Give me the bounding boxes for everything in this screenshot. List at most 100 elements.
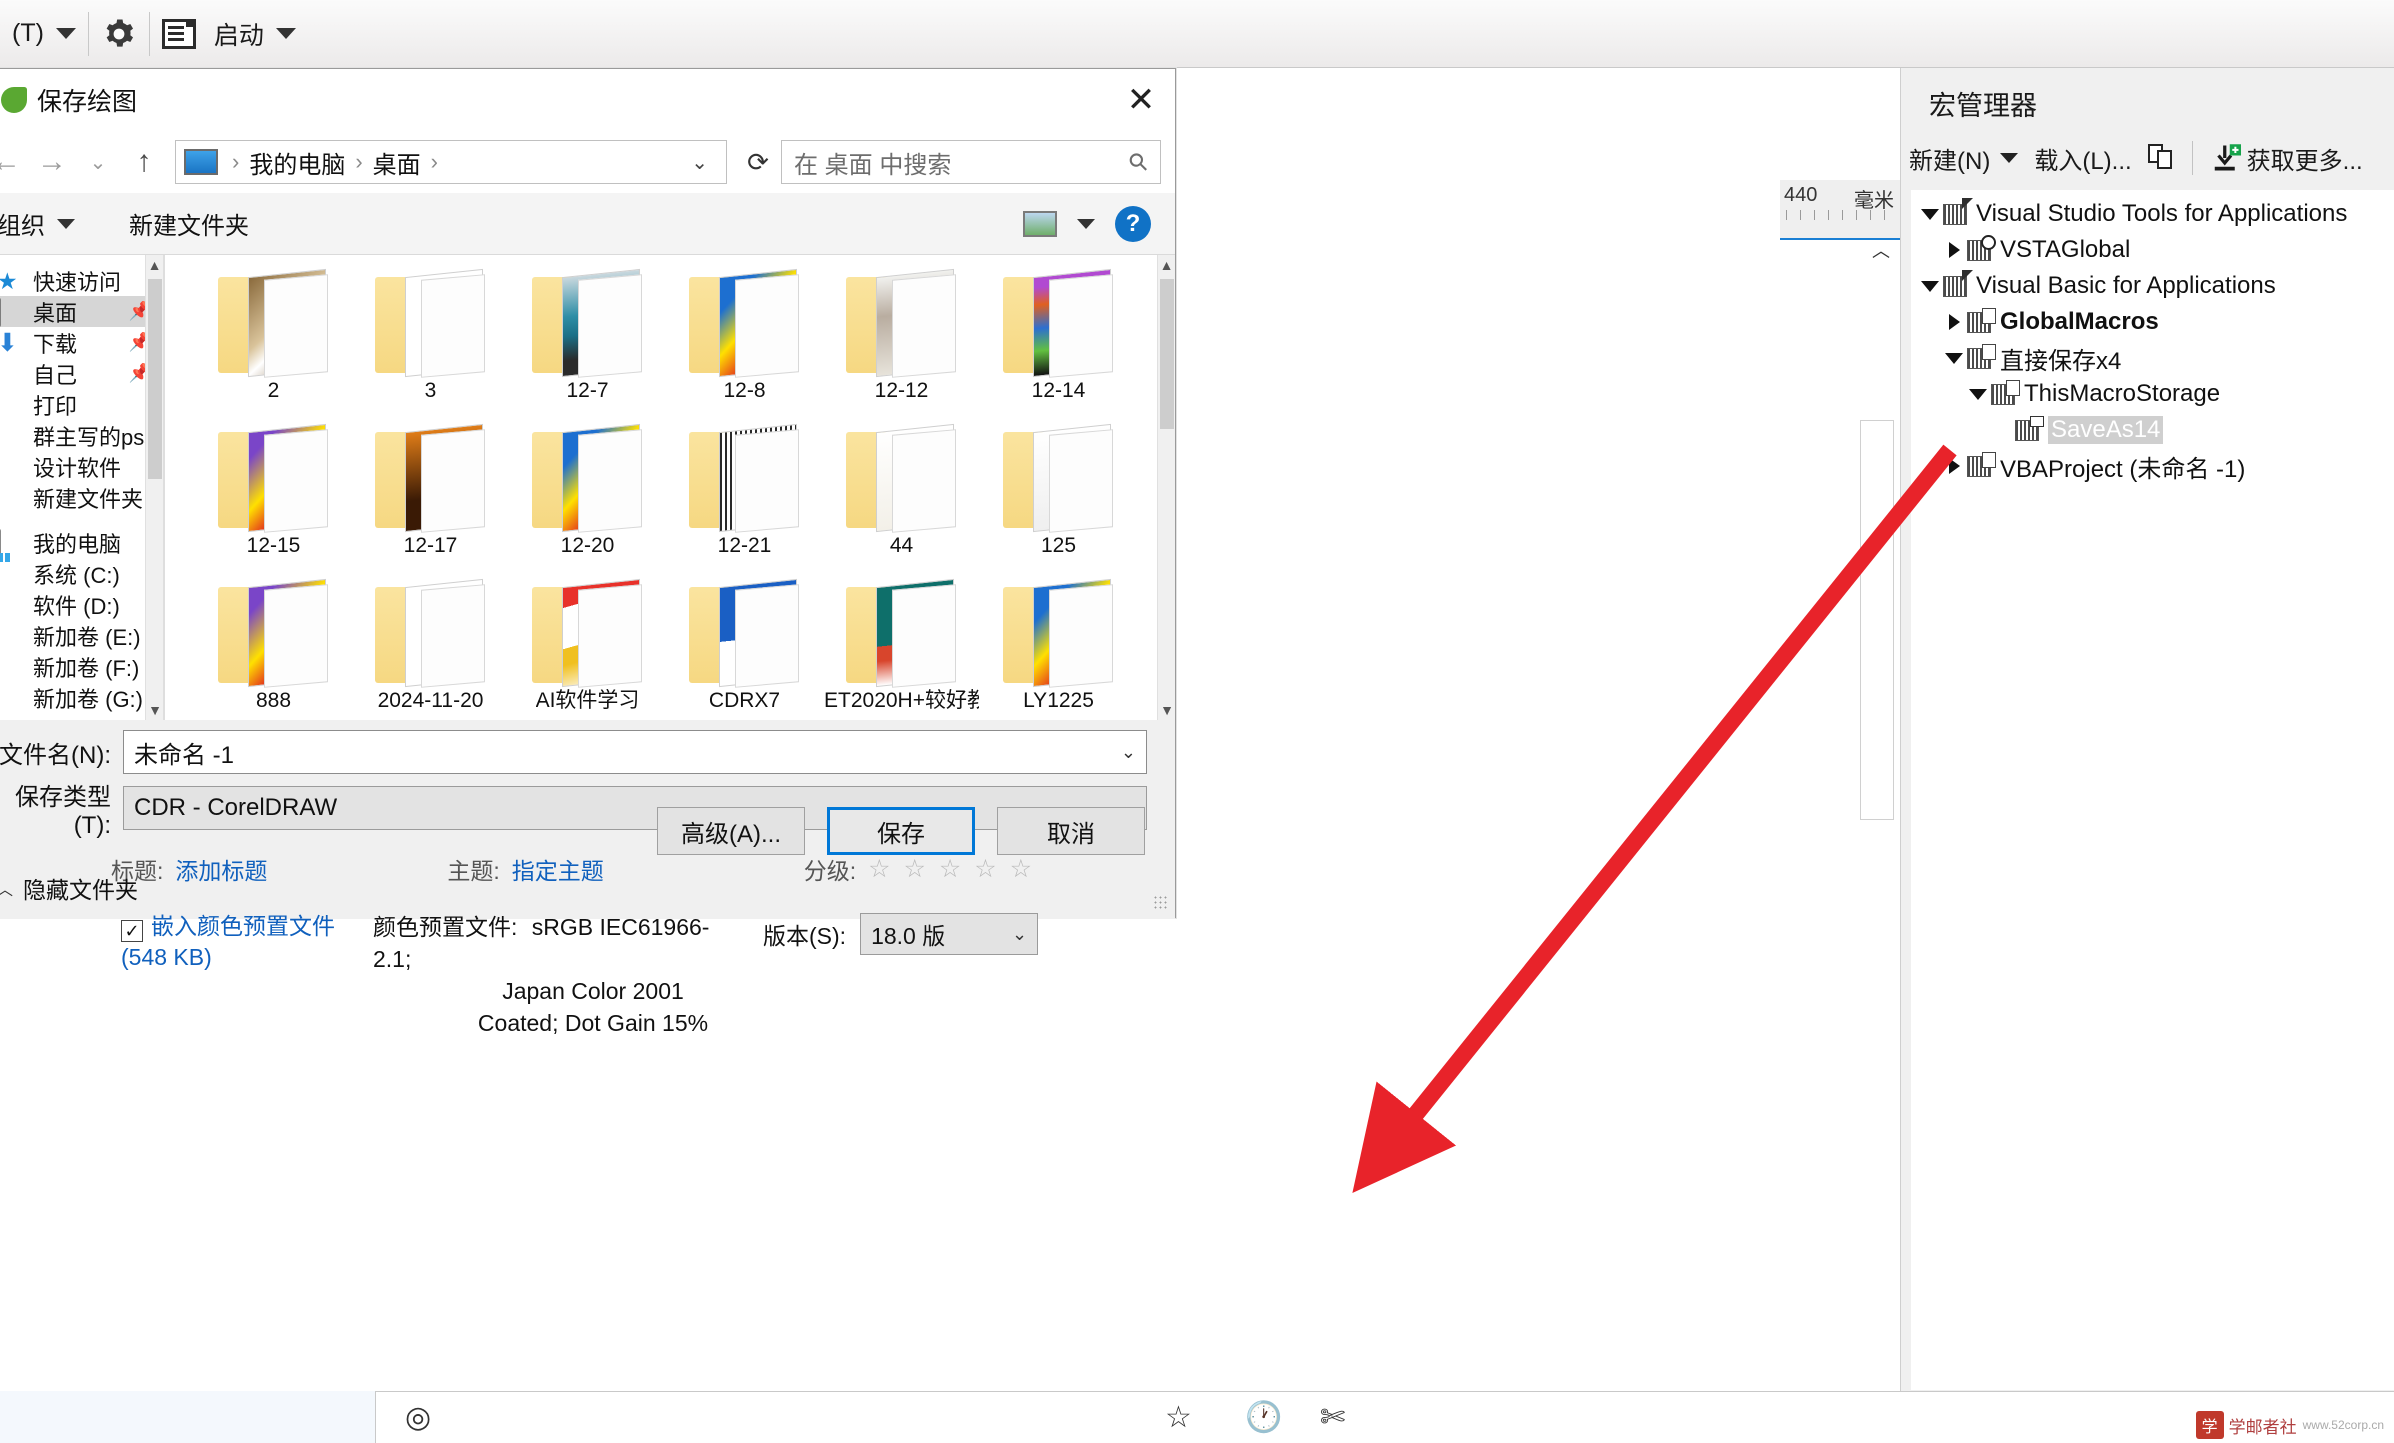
macro-tree-node-1[interactable]: VSTAGlobal — [1911, 232, 2394, 268]
organize-button[interactable]: 组织 — [0, 193, 89, 255]
file-item[interactable]: 12-12 — [823, 265, 980, 420]
macro-load-button[interactable]: 载入(L)... — [2026, 130, 2139, 186]
embed-profile-checkbox[interactable]: ✓ — [121, 920, 143, 942]
file-item[interactable]: ET2020H+较好教 — [823, 575, 980, 720]
hide-folders-row[interactable]: ︿ 隐藏文件夹 — [0, 863, 1175, 913]
sidebar-item-7[interactable]: 新建文件夹 (3) — [0, 482, 163, 513]
file-item[interactable]: 44 — [823, 420, 980, 575]
sidebar-item-9[interactable]: 系统 (C:) — [0, 558, 163, 589]
settings-button[interactable] — [89, 0, 149, 68]
sidebar-item-3[interactable]: 自己 📌 — [0, 358, 163, 389]
search-input[interactable]: 在 桌面 中搜索 ⚲ — [781, 140, 1161, 184]
sidebar-item-13[interactable]: 新加卷 (G:) — [0, 682, 163, 713]
app-menu-group[interactable]: (T) — [0, 0, 88, 68]
view-chevron-down-icon[interactable] — [1077, 218, 1095, 229]
view-preview-icon[interactable] — [1023, 210, 1057, 237]
resize-grip[interactable] — [1153, 895, 1167, 909]
refresh-icon[interactable]: ⟳ — [735, 140, 781, 184]
scroll-up-icon[interactable]: ▲ — [146, 255, 163, 275]
forward-button[interactable]: → — [29, 139, 75, 185]
file-item[interactable]: 2 — [195, 265, 352, 420]
sidebar-item-11[interactable]: 新加卷 (E:) — [0, 620, 163, 651]
files-scroll-up-icon[interactable]: ▲ — [1158, 255, 1175, 275]
chevron-right-icon[interactable] — [1941, 242, 1967, 258]
chevron-right-icon[interactable] — [1941, 314, 1967, 330]
file-item[interactable]: 12-15 — [195, 420, 352, 575]
file-item[interactable]: 12-21 — [666, 420, 823, 575]
embed-profile-label[interactable]: 嵌入颜色预置文件 (548 KB) — [121, 913, 335, 970]
file-list[interactable]: 2 3 12-7 12-8 12-12 12-14 12-15 12-17 12-20 12-21… — [165, 255, 1175, 720]
cancel-button[interactable]: 取消 — [997, 807, 1145, 855]
version-chevron-down-icon[interactable]: ⌄ — [1012, 924, 1027, 945]
macro-tree-node-0[interactable]: Visual Studio Tools for Applications — [1911, 196, 2394, 232]
sidebar-item-10[interactable]: 软件 (D:) — [0, 589, 163, 620]
breadcrumb-item-0[interactable]: 我的电脑 — [249, 145, 345, 180]
scroll-down-icon[interactable]: ▼ — [146, 700, 163, 720]
breadcrumb-item-1[interactable]: 桌面 — [373, 145, 421, 180]
file-list-scrollbar[interactable]: ▲ ▼ — [1157, 255, 1175, 720]
advanced-button[interactable]: 高级(A)... — [657, 807, 805, 855]
clock-icon[interactable]: 🕐 — [1245, 1400, 1282, 1435]
macro-copy-button[interactable] — [2140, 130, 2182, 186]
file-item[interactable]: AI软件学习 — [509, 575, 666, 720]
file-item[interactable]: 125 — [980, 420, 1137, 575]
file-item[interactable]: 12-8 — [666, 265, 823, 420]
macro-tree-node-2[interactable]: Visual Basic for Applications — [1911, 268, 2394, 304]
sidebar-item-4[interactable]: 打印 — [0, 389, 163, 420]
help-icon[interactable]: ? — [1115, 205, 1151, 242]
macro-tree-node-4[interactable]: 直接保存x4 — [1911, 340, 2394, 376]
ruler-strip: 440 毫米 — [1780, 180, 1900, 240]
address-chevron-down-icon[interactable]: ⌄ — [681, 150, 718, 175]
save-button[interactable]: 保存 — [827, 807, 975, 855]
address-bar[interactable]: › 我的电脑 › 桌面 › ⌄ — [175, 140, 727, 184]
close-icon[interactable]: ✕ — [1107, 69, 1175, 131]
chevron-down-icon[interactable] — [1917, 208, 1943, 220]
back-button[interactable]: ← — [0, 139, 29, 185]
sidebar-item-label: 快速访问 — [33, 269, 122, 295]
filename-input[interactable]: 未命名 -1 ⌄ — [123, 730, 1147, 774]
scissors-icon[interactable]: ✄ — [1320, 1400, 1345, 1435]
up-button[interactable]: ↑ — [121, 139, 167, 185]
file-item[interactable]: LY1225 — [980, 575, 1137, 720]
filename-chevron-down-icon[interactable]: ⌄ — [1121, 742, 1136, 763]
sidebar-item-0[interactable]: ★ 快速访问 — [0, 265, 163, 296]
new-folder-button[interactable]: 新建文件夹 — [115, 193, 263, 255]
chevron-down-icon — [57, 218, 75, 229]
chevron-down-icon[interactable] — [1965, 388, 1991, 400]
sidebar-item-2[interactable]: ⬇ 下载 📌 — [0, 327, 163, 358]
sidebar-item-8[interactable]: 我的电脑 — [0, 527, 163, 558]
chevron-down-icon[interactable] — [1941, 352, 1967, 364]
macro-get-more-button[interactable]: 获取更多... — [2203, 130, 2371, 186]
chevron-right-icon[interactable] — [1941, 458, 1967, 474]
sidebar-item-12[interactable]: 新加卷 (F:) — [0, 651, 163, 682]
sidebar-item-1[interactable]: 桌面 📌 — [0, 296, 163, 327]
chevron-down-icon[interactable] — [1917, 280, 1943, 292]
macro-tree-node-5[interactable]: ThisMacroStorage — [1911, 376, 2394, 412]
file-item[interactable]: 12-20 — [509, 420, 666, 575]
version-select[interactable]: 18.0 版 ⌄ — [860, 913, 1039, 955]
macro-tree[interactable]: Visual Studio Tools for Applications VSTA… — [1911, 190, 2394, 1390]
launch-button[interactable]: 启动 — [150, 0, 308, 68]
sidebar-item-6[interactable]: 设计软件 — [0, 451, 163, 482]
sidebar-item-5[interactable]: 群主写的ps和ai — [0, 420, 163, 451]
sidebar-scrollbar[interactable]: ▲ ▼ — [145, 255, 163, 720]
macro-tree-node-3[interactable]: GlobalMacros — [1911, 304, 2394, 340]
camera-icon[interactable]: ◎ — [405, 1400, 431, 1435]
file-item[interactable]: 12-17 — [352, 420, 509, 575]
file-item[interactable]: CDRX7 — [666, 575, 823, 720]
star-icon[interactable]: ☆ — [1165, 1400, 1192, 1435]
macro-tree-node-7[interactable]: VBAProject (未命名 -1) — [1911, 448, 2394, 484]
file-scroll-thumb[interactable] — [1160, 279, 1174, 429]
files-scroll-down-icon[interactable]: ▼ — [1158, 700, 1175, 720]
search-placeholder: 在 桌面 中搜索 — [794, 151, 952, 179]
panel-collapse-chevron-up-icon[interactable]: ︿ — [1866, 240, 1896, 261]
file-item[interactable]: 3 — [352, 265, 509, 420]
file-item[interactable]: 12-7 — [509, 265, 666, 420]
file-item[interactable]: 888 — [195, 575, 352, 720]
file-item[interactable]: 2024-11-20 — [352, 575, 509, 720]
file-item[interactable]: 12-14 — [980, 265, 1137, 420]
macro-new-button[interactable]: 新建(N) — [1901, 130, 2026, 186]
sidebar-scroll-thumb[interactable] — [148, 279, 162, 479]
recent-locations-button[interactable]: ⌄ — [75, 139, 121, 185]
macro-tree-node-6[interactable]: SaveAs14 — [1911, 412, 2394, 448]
